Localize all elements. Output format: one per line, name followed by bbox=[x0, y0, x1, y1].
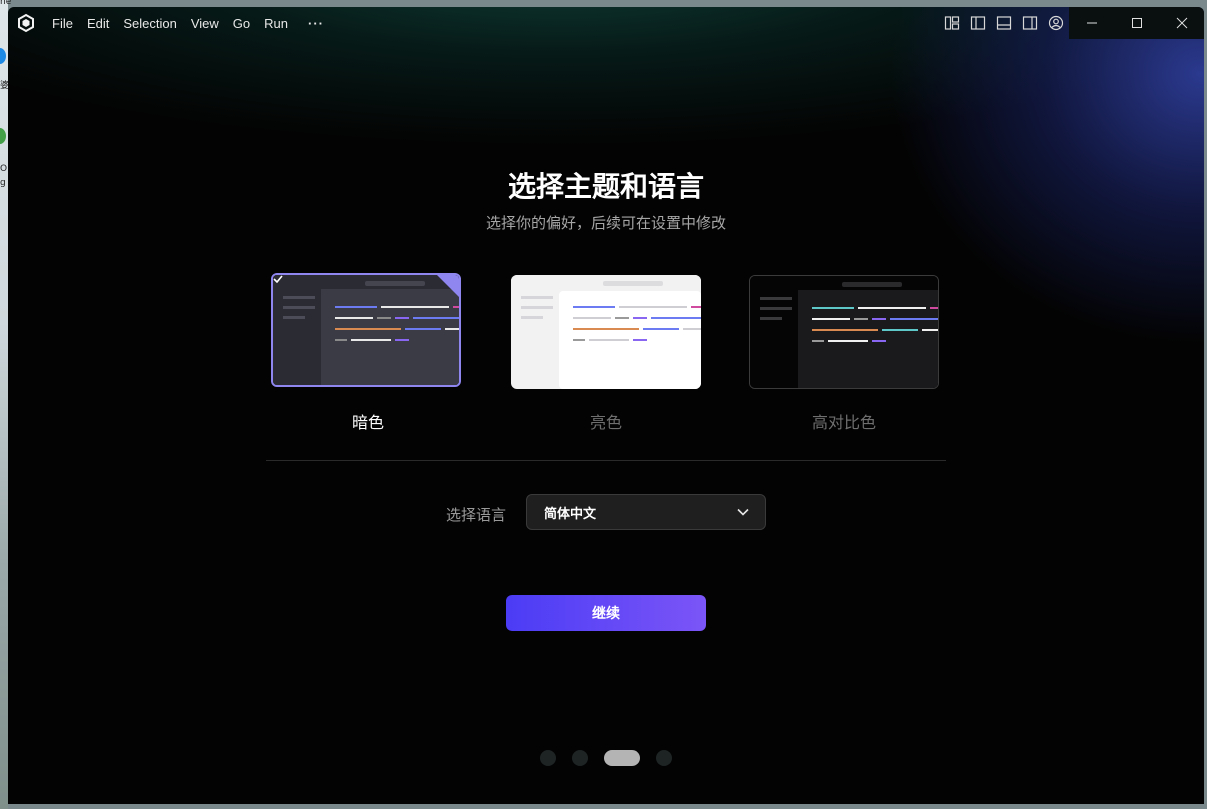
pagination-dot[interactable] bbox=[540, 750, 556, 766]
theme-label-light[interactable]: 亮色 bbox=[511, 409, 701, 433]
language-label: 选择语言 bbox=[446, 506, 507, 524]
layout-controls bbox=[934, 7, 1064, 39]
layout-customize-icon[interactable] bbox=[944, 15, 960, 31]
minimize-button[interactable] bbox=[1069, 7, 1114, 39]
theme-card-light[interactable] bbox=[511, 275, 701, 389]
menu-view[interactable]: View bbox=[191, 14, 219, 33]
desktop-text-fragment: O bbox=[0, 164, 8, 174]
language-select[interactable]: 简体中文 bbox=[526, 494, 766, 530]
maximize-button[interactable] bbox=[1114, 7, 1159, 39]
theme-card-high-contrast[interactable] bbox=[749, 275, 939, 389]
pagination-dots bbox=[540, 750, 688, 766]
menu-more[interactable]: ··· bbox=[308, 14, 324, 33]
language-selected-value: 简体中文 bbox=[544, 506, 597, 522]
menu-bar: File Edit Selection View Go Run ··· bbox=[52, 14, 338, 33]
theme-preview-dark bbox=[273, 275, 459, 385]
desktop-text-fragment: g bbox=[0, 178, 6, 188]
account-icon[interactable] bbox=[1048, 15, 1064, 31]
toggle-panel-icon[interactable] bbox=[996, 15, 1012, 31]
page-title: 选择主题和语言 bbox=[507, 170, 704, 203]
title-bar: File Edit Selection View Go Run ··· bbox=[8, 7, 1204, 39]
theme-preview-high-contrast bbox=[750, 276, 938, 388]
selected-indicator bbox=[437, 275, 459, 297]
menu-edit[interactable]: Edit bbox=[87, 14, 109, 33]
menu-run[interactable]: Run bbox=[264, 14, 288, 33]
chevron-down-icon bbox=[737, 508, 749, 516]
desktop-app-icon[interactable] bbox=[0, 128, 6, 144]
toggle-secondary-sidebar-icon[interactable] bbox=[1022, 15, 1038, 31]
continue-button[interactable]: 继续 bbox=[506, 595, 706, 631]
pagination-dot[interactable] bbox=[572, 750, 588, 766]
theme-label-high-contrast[interactable]: 高对比色 bbox=[749, 409, 939, 433]
theme-label-dark[interactable]: 暗色 bbox=[273, 409, 463, 433]
menu-go[interactable]: Go bbox=[233, 14, 250, 33]
menu-file[interactable]: File bbox=[52, 14, 73, 33]
desktop-text-fragment: ne bbox=[0, 0, 12, 7]
close-icon bbox=[1176, 17, 1187, 29]
section-divider bbox=[266, 460, 946, 461]
checkmark-icon bbox=[273, 275, 283, 283]
window-controls bbox=[1069, 7, 1204, 39]
desktop-app-icon[interactable] bbox=[0, 48, 6, 64]
minimize-icon bbox=[1086, 22, 1097, 24]
theme-preview-light bbox=[511, 275, 701, 389]
pagination-dot[interactable] bbox=[656, 750, 672, 766]
close-button[interactable] bbox=[1159, 7, 1204, 39]
theme-card-dark[interactable] bbox=[271, 273, 461, 387]
menu-selection[interactable]: Selection bbox=[123, 14, 176, 33]
desktop-background: ne 婆 O g bbox=[0, 0, 12, 809]
page-subtitle: 选择你的偏好，后续可在设置中修改 bbox=[485, 214, 726, 232]
pagination-dot-active[interactable] bbox=[604, 750, 640, 766]
toggle-primary-sidebar-icon[interactable] bbox=[970, 15, 986, 31]
app-window: File Edit Selection View Go Run ··· 选择主题… bbox=[8, 7, 1204, 804]
app-logo-icon bbox=[18, 13, 34, 33]
maximize-icon bbox=[1131, 18, 1142, 28]
